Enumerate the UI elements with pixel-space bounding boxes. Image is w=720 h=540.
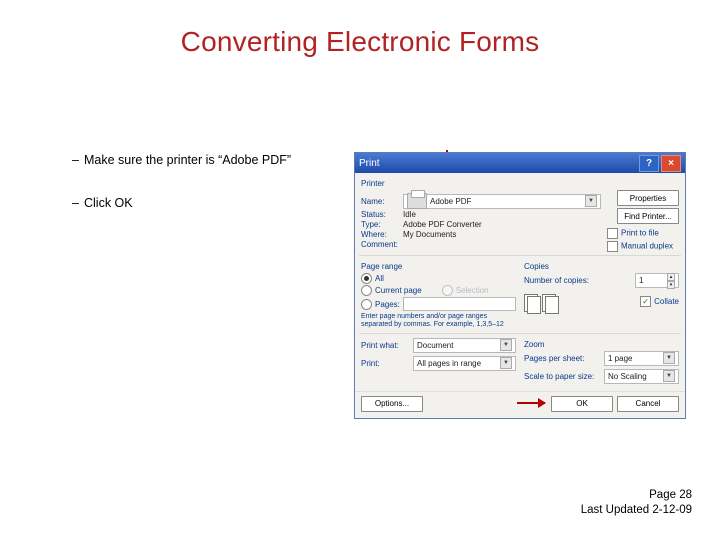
chevron-down-icon: ▼ [663,352,675,364]
comment-label: Comment: [361,240,403,249]
bullet-text: Click OK [84,195,133,212]
page-title: Converting Electronic Forms [0,0,720,58]
slide-footer: Page 28 Last Updated 2-12-09 [581,488,692,518]
print-dialog: Print ? × Printer Name: Adobe PDF [354,152,686,419]
slide: Converting Electronic Forms – Make sure … [0,0,720,540]
chevron-down-icon: ▼ [500,357,512,369]
num-copies-input[interactable]: 1 ▴▾ [635,273,679,288]
print-to-file-checkbox[interactable] [607,228,618,239]
printer-name-select[interactable]: Adobe PDF ▼ [403,194,601,209]
bullet-dash: – [72,152,84,169]
chevron-down-icon: ▼ [663,370,675,382]
find-printer-button[interactable]: Find Printer... [617,208,679,224]
scale-label: Scale to paper size: [524,372,604,381]
options-button[interactable]: Options... [361,396,423,412]
bullet-item: – Click OK [72,195,332,212]
selection-label: Selection [456,286,489,295]
bullet-text: Make sure the printer is “Adobe PDF” [84,152,291,169]
print-what-label: Print what: [361,341,413,350]
status-value: Idle [403,210,416,219]
pages-hint: Enter page numbers and/or page ranges se… [361,313,516,330]
bullet-item: – Make sure the printer is “Adobe PDF” [72,152,332,169]
last-updated: Last Updated 2-12-09 [581,503,692,518]
section-printer: Printer [361,179,679,188]
name-label: Name: [361,197,403,206]
status-label: Status: [361,210,403,219]
properties-button[interactable]: Properties [617,190,679,206]
dialog-footer: Options... OK Cancel [355,391,685,418]
cancel-button[interactable]: Cancel [617,396,679,412]
collate-label: Collate [654,297,679,306]
pages-input[interactable] [403,297,516,311]
where-value: My Documents [403,230,456,239]
bullet-list: – Make sure the printer is “Adobe PDF” –… [72,152,332,238]
chevron-down-icon: ▼ [585,195,597,207]
section-page-range: Page range [361,262,516,271]
num-copies-value: 1 [639,276,643,285]
section-zoom: Zoom [524,340,679,349]
chevron-down-icon: ▼ [500,339,512,351]
printer-name-value: Adobe PDF [430,197,471,206]
type-value: Adobe PDF Converter [403,220,482,229]
all-label: All [375,274,384,283]
collate-preview [524,294,558,312]
print-to-file-label: Print to file [621,229,659,238]
radio-all[interactable] [361,273,372,284]
close-button[interactable]: × [661,155,681,172]
type-label: Type: [361,220,403,229]
titlebar: Print ? × [355,153,685,173]
radio-pages[interactable] [361,299,372,310]
manual-duplex-label: Manual duplex [621,242,673,251]
manual-duplex-checkbox[interactable] [607,241,618,252]
print-what-select[interactable]: Document▼ [413,338,516,353]
current-label: Current page [375,286,422,295]
page-number: Page 28 [581,488,692,503]
dialog-title: Print [359,158,380,169]
help-button[interactable]: ? [639,155,659,172]
bullet-dash: – [72,195,84,212]
ok-button[interactable]: OK [551,396,613,412]
scale-select[interactable]: No Scaling▼ [604,369,679,384]
radio-current[interactable] [361,285,372,296]
num-copies-label: Number of copies: [524,276,589,285]
collate-checkbox[interactable] [640,296,651,307]
printer-icon [407,193,427,209]
annotation-arrow-right [517,402,545,404]
print-label: Print: [361,359,413,368]
print-select[interactable]: All pages in range▼ [413,356,516,371]
pages-label: Pages: [375,300,400,309]
pps-select[interactable]: 1 page▼ [604,351,679,366]
pps-label: Pages per sheet: [524,354,604,363]
section-copies: Copies [524,262,679,271]
radio-selection [442,285,453,296]
where-label: Where: [361,230,403,239]
